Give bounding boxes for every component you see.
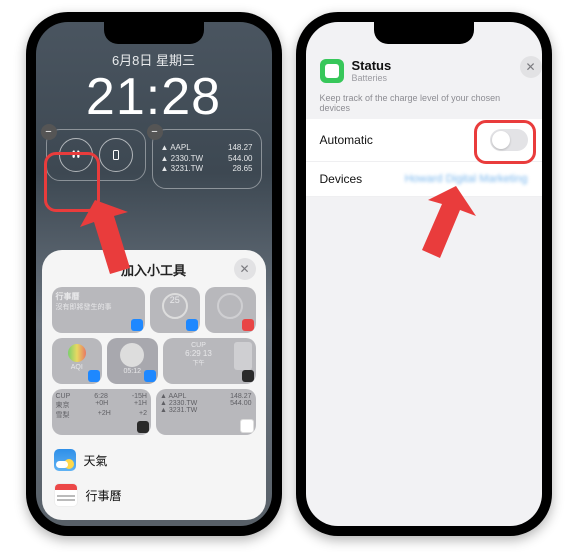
stock-sym: ▲ 2330.TW <box>161 154 204 164</box>
widget-card-stocks[interactable]: ▲ AAPL148.27 ▲ 2330.TW544.00 ▲ 3231.TW <box>156 389 256 435</box>
widget-slot-icons[interactable]: − <box>46 129 146 181</box>
app-badge-icon <box>137 421 149 433</box>
circ-val: 25 <box>150 295 201 305</box>
status-app-icon <box>320 59 344 83</box>
settings-screen: Status Batteries ✕ Keep track of the cha… <box>306 22 542 526</box>
app-label: 行事曆 <box>86 487 122 504</box>
remove-widget-icon[interactable]: − <box>147 124 163 140</box>
row-label: Automatic <box>320 133 373 147</box>
app-badge-icon <box>242 370 254 382</box>
widget-slot-stocks[interactable]: − ▲ AAPL148.27 ▲ 2330.TW544.00 ▲ 3231.TW… <box>152 129 262 189</box>
stock-val: 28.65 <box>232 164 252 174</box>
stock-sym: ▲ 3231.TW <box>161 164 204 174</box>
row-label: Devices <box>320 172 363 186</box>
weather-icon <box>54 449 76 471</box>
close-icon[interactable]: ✕ <box>234 258 256 280</box>
lock-screen: 6月8日 星期三 21:28 − − <box>36 22 272 526</box>
app-row-calendar[interactable]: 行事曆 <box>52 477 256 513</box>
row-automatic: Automatic <box>306 119 542 162</box>
widget-card-rings[interactable] <box>205 287 256 333</box>
phone-left: 6月8日 星期三 21:28 − − <box>26 12 282 536</box>
settings-description: Keep track of the charge level of your c… <box>306 93 542 119</box>
status-title: Status <box>352 58 528 73</box>
airpods-icon[interactable] <box>59 138 93 172</box>
widget-card-aqi[interactable]: AQI <box>52 338 103 384</box>
widget-card-clock[interactable]: 05:12 <box>107 338 158 384</box>
status-subtitle: Batteries <box>352 73 528 83</box>
app-badge-icon <box>144 370 156 382</box>
app-row-weather[interactable]: 天氣 <box>52 443 256 477</box>
remove-widget-icon[interactable]: − <box>41 124 57 140</box>
widget-card-circle[interactable]: 25 <box>150 287 201 333</box>
widget-sheet: 加入小工具 ✕ 行事曆 沒有即將發生的事 25 <box>42 250 266 520</box>
widget-card-calendar[interactable]: 行事曆 沒有即將發生的事 <box>52 287 145 333</box>
device-icon[interactable] <box>99 138 133 172</box>
stock-sym: ▲ AAPL <box>161 143 191 153</box>
arrow-right <box>416 180 484 264</box>
lock-time: 21:28 <box>36 71 272 123</box>
app-badge-icon <box>242 319 254 331</box>
card-title: 行事曆 <box>56 291 141 302</box>
phone-right: Status Batteries ✕ Keep track of the cha… <box>296 12 552 536</box>
app-badge-icon <box>240 419 254 433</box>
app-badge-icon <box>186 319 198 331</box>
app-label: 天氣 <box>84 452 108 469</box>
wt: 6:29 13 <box>167 349 231 358</box>
arrow-left <box>80 192 150 282</box>
automatic-toggle[interactable] <box>490 129 528 151</box>
stock-val: 544.00 <box>228 154 252 164</box>
app-badge-icon <box>88 370 100 382</box>
close-icon[interactable]: ✕ <box>520 56 542 78</box>
stock-val: 148.27 <box>228 143 252 153</box>
lock-date: 6月8日 星期三 <box>36 22 272 69</box>
widget-card-cup[interactable]: CUP6:28-15H 東京+0H+1H 雪梨+2H+2 <box>52 389 152 435</box>
widget-card-world-clock[interactable]: CUP 6:29 13 下午 <box>163 338 256 384</box>
card-sub: 沒有即將發生的事 <box>56 302 141 312</box>
calendar-icon <box>54 483 78 507</box>
calendar-app-badge-icon <box>131 319 143 331</box>
